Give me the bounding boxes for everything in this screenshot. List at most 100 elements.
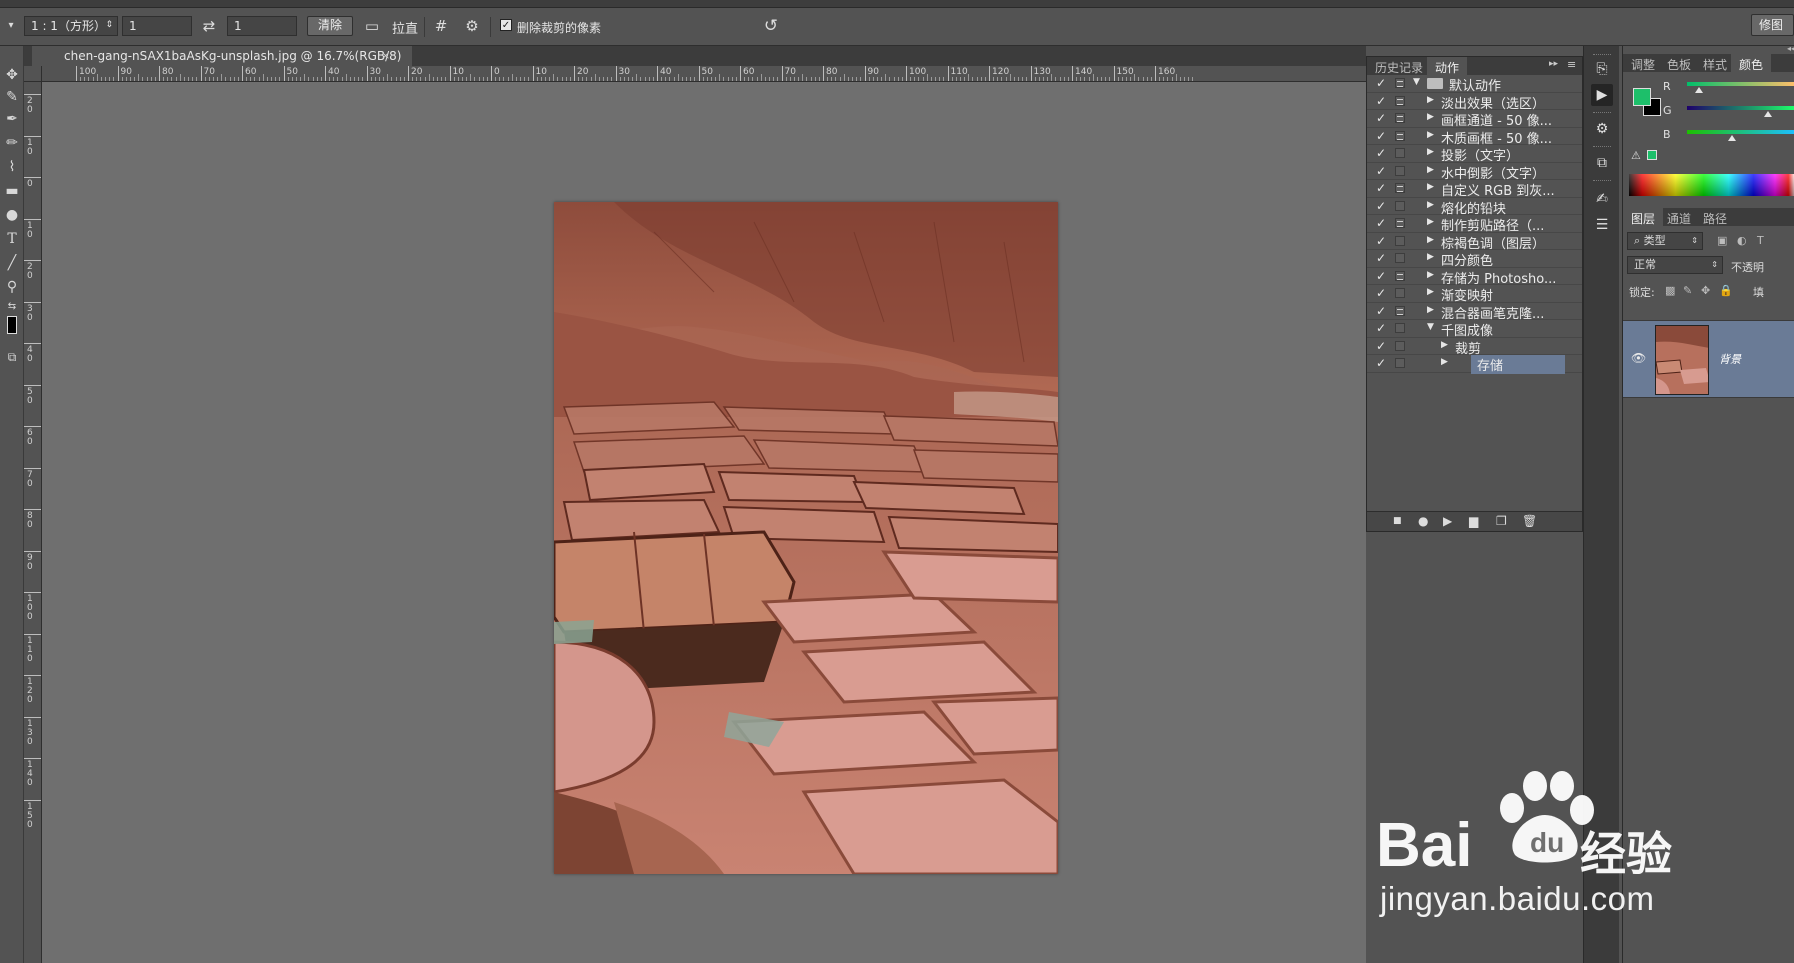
swap-dimensions-icon[interactable]: ⇄ <box>200 17 218 35</box>
tab-history[interactable]: 历史记录 <box>1367 57 1431 75</box>
crop-height-input[interactable]: 1 <box>227 16 297 36</box>
action-toggle-check-icon[interactable]: ✓ <box>1376 146 1386 160</box>
history-brush-tool-icon[interactable]: ⌇ <box>2 156 22 178</box>
lock-position-icon[interactable]: ✥ <box>1701 284 1710 297</box>
dialog-toggle-icon[interactable] <box>1395 358 1405 368</box>
lock-all-icon[interactable]: 🔒 <box>1719 284 1733 297</box>
lock-pixels-icon[interactable]: ✎ <box>1683 284 1692 297</box>
expand-triangle-icon[interactable]: ▶ <box>1427 112 1434 122</box>
ratio-preset-select[interactable]: 1 : 1（方形） ⇕ <box>24 16 118 36</box>
brush-tool-icon[interactable]: ✏ <box>2 132 22 154</box>
action-toggle-check-icon[interactable]: ✓ <box>1376 234 1386 248</box>
action-row[interactable]: ✓ ▶ 水中倒影（文字） <box>1367 163 1582 182</box>
adjustment-filter-icon[interactable]: ◐ <box>1737 234 1747 247</box>
dialog-toggle-icon[interactable] <box>1395 270 1405 281</box>
horizontal-ruler[interactable]: 100 90 80 70 60 50 40 30 20 10 0 10 20 30 40 50 60 70 80 90… <box>42 66 1366 82</box>
gamut-warning-icon[interactable]: ⚠ <box>1631 149 1641 162</box>
action-row[interactable]: ✓ ▶ 存储 <box>1367 355 1582 374</box>
dialog-toggle-icon[interactable] <box>1395 340 1405 351</box>
expand-triangle-icon[interactable]: ▶ <box>1427 252 1434 262</box>
dock-grip[interactable] <box>1593 146 1611 149</box>
channel-b-slider[interactable] <box>1687 130 1794 134</box>
workspace-switcher-button[interactable]: 修图 <box>1751 14 1794 36</box>
dialog-toggle-icon[interactable] <box>1395 78 1405 88</box>
action-toggle-check-icon[interactable]: ✓ <box>1376 339 1386 353</box>
channel-g-slider[interactable] <box>1687 106 1794 110</box>
tool-preset-chevron-icon[interactable]: ▾ <box>2 17 20 35</box>
dialog-toggle-icon[interactable] <box>1395 235 1405 246</box>
action-row[interactable]: ✓ ▶ 木质画框 - 50 像... <box>1367 128 1582 147</box>
crop-settings-gear-icon[interactable]: ⚙ <box>463 17 481 35</box>
straighten-label[interactable]: 拉直 <box>392 18 418 37</box>
expand-triangle-icon[interactable]: ▶ <box>1427 270 1434 280</box>
tab-styles[interactable]: 样式 <box>1695 54 1735 72</box>
clone-source-icon[interactable]: ⧉ <box>1591 152 1613 174</box>
action-toggle-check-icon[interactable]: ✓ <box>1376 111 1386 125</box>
action-toggle-check-icon[interactable]: ✓ <box>1376 304 1386 318</box>
expand-triangle-icon[interactable]: ▶ <box>1427 217 1434 227</box>
action-toggle-check-icon[interactable]: ✓ <box>1376 181 1386 195</box>
straighten-icon[interactable]: ▭ <box>363 17 381 35</box>
crop-width-input[interactable]: 1 <box>122 16 192 36</box>
color-spectrum-bar[interactable] <box>1629 174 1794 196</box>
action-row[interactable]: ✓ ▶ 棕褐色调（图层） <box>1367 233 1582 252</box>
dock-grip[interactable] <box>1593 112 1611 115</box>
record-icon[interactable]: ● <box>1418 514 1428 528</box>
collapse-panels-icon[interactable]: ◂◂ <box>1787 44 1794 53</box>
tab-color[interactable]: 颜色 <box>1731 54 1772 72</box>
action-toggle-check-icon[interactable]: ✓ <box>1376 94 1386 108</box>
action-row[interactable]: ✓ ▶ 裁剪 <box>1367 338 1582 357</box>
dock-grip[interactable] <box>1593 54 1611 57</box>
gradient-tool-icon[interactable]: ▬ <box>2 180 22 202</box>
dialog-toggle-icon[interactable] <box>1395 183 1405 193</box>
action-toggle-check-icon[interactable]: ✓ <box>1376 199 1386 213</box>
action-toggle-check-icon[interactable]: ✓ <box>1376 76 1386 90</box>
dialog-toggle-icon[interactable] <box>1395 323 1405 333</box>
properties-panel-icon[interactable]: ⚙ <box>1591 118 1613 140</box>
expand-triangle-icon[interactable]: ▶ <box>1427 235 1434 245</box>
expand-triangle-icon[interactable]: ▶ <box>1441 340 1448 350</box>
reset-crop-icon[interactable]: ↺ <box>762 17 780 35</box>
expand-triangle-icon[interactable]: ▶ <box>1427 200 1434 210</box>
action-row[interactable]: ✓ ▶ 画框通道 - 50 像... <box>1367 110 1582 129</box>
screen-mode-icon[interactable]: ⧉ <box>2 346 22 368</box>
expand-triangle-icon[interactable]: ▶ <box>1427 182 1434 192</box>
action-toggle-check-icon[interactable]: ✓ <box>1376 356 1386 370</box>
dialog-toggle-icon[interactable] <box>1395 253 1405 263</box>
dodge-tool-icon[interactable]: ● <box>2 204 22 226</box>
lock-transparent-icon[interactable]: ▩ <box>1665 284 1675 297</box>
brush-panel-icon[interactable]: ✍ <box>1591 188 1613 210</box>
panel-menu-icon[interactable]: ≡ <box>1567 58 1576 71</box>
gamut-warning-swatch[interactable] <box>1647 150 1657 160</box>
eyedropper-tool-icon[interactable]: ✒ <box>2 108 22 130</box>
dialog-toggle-icon[interactable] <box>1395 288 1405 298</box>
move-tool-icon[interactable]: ✥ <box>2 64 22 86</box>
tab-paths[interactable]: 路径 <box>1695 208 1735 226</box>
delete-icon[interactable]: 🗑 <box>1522 514 1537 528</box>
close-document-icon[interactable]: × <box>381 49 390 62</box>
delete-cropped-checkbox[interactable]: ✓ <box>500 19 512 31</box>
collapse-triangle-icon[interactable]: ▼ <box>1413 77 1420 87</box>
pixel-filter-icon[interactable]: ▣ <box>1717 234 1727 247</box>
action-row[interactable]: ✓ ▶ 淡出效果（选区） <box>1367 93 1582 112</box>
dialog-toggle-icon[interactable] <box>1395 305 1405 316</box>
quick-selection-tool-icon[interactable]: ✎ <box>2 86 22 108</box>
action-toggle-check-icon[interactable]: ✓ <box>1376 216 1386 230</box>
expand-triangle-icon[interactable]: ▶ <box>1427 147 1434 157</box>
layer-row-background[interactable]: 👁 背景 <box>1623 320 1794 398</box>
action-row[interactable]: ✓ ▶ 混合器画笔克隆... <box>1367 303 1582 322</box>
action-row[interactable]: ✓ ▶ 自定义 RGB 到灰... <box>1367 180 1582 199</box>
collapse-triangle-icon[interactable]: ▼ <box>1427 322 1434 332</box>
foreground-color-swatch[interactable] <box>1633 88 1651 106</box>
expand-triangle-icon[interactable]: ▶ <box>1427 130 1434 140</box>
blend-mode-select[interactable]: 正常 ⇕ <box>1627 256 1723 274</box>
actions-panel-icon[interactable]: ▶ <box>1591 84 1613 106</box>
action-row[interactable]: ✓ ▼ 千图成像 <box>1367 320 1582 339</box>
tab-swatches[interactable]: 色板 <box>1659 54 1699 72</box>
channel-b-knob[interactable] <box>1728 135 1737 141</box>
channel-g-knob[interactable] <box>1764 111 1772 117</box>
dialog-toggle-icon[interactable] <box>1395 218 1405 228</box>
vertical-ruler[interactable]: 20 10 0 10 20 30 40 50 60 70 80 90 100 110 120 130 140 15… <box>24 82 42 963</box>
dialog-toggle-icon[interactable] <box>1395 95 1405 106</box>
layer-name[interactable]: 背景 <box>1719 351 1741 367</box>
